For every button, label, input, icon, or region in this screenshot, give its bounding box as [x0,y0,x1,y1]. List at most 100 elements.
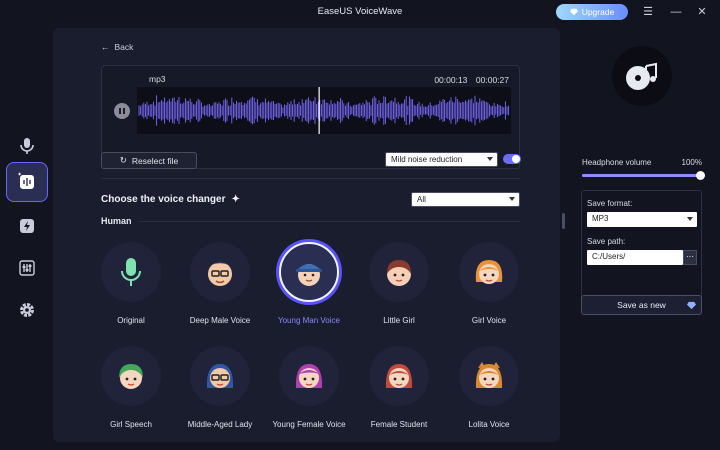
sidebar-item-effects[interactable] [6,208,48,244]
voice-label: Middle-Aged Lady [187,420,253,429]
voice-card-middle-aged-lady[interactable]: Middle-Aged Lady [175,346,265,429]
voice-card-young-man[interactable]: Young Man Voice [264,242,354,325]
chevron-down-icon [687,217,693,221]
noise-reduction-value: Mild noise reduction [391,155,463,164]
young-female-avatar-icon [295,364,323,388]
sidebar-item-settings[interactable] [6,292,48,328]
right-panel: Headphone volume 100% Save format: MP3 S… [570,24,720,450]
voice-card-girl-speech[interactable]: Girl Speech [86,346,176,429]
voice-avatar [101,242,161,302]
female-student-avatar-icon [385,364,413,388]
headphone-volume-label: Headphone volume [582,158,652,167]
voice-avatar [459,346,519,406]
girl-green-hair-avatar-icon [119,364,143,389]
diamond-icon [569,8,578,16]
arrow-left-icon: ← [101,42,110,52]
upgrade-button[interactable]: Upgrade [556,4,628,20]
headphone-volume-slider[interactable] [582,171,705,180]
voice-label: Lolita Voice [468,420,510,429]
young-man-cap-avatar-icon [296,264,322,286]
upgrade-label: Upgrade [581,7,615,17]
back-button[interactable]: ← Back [101,42,133,52]
reselect-label: Reselect file [131,155,179,166]
section-title: Choose the voice changer ✦ [101,194,240,205]
browse-button[interactable]: ··· [683,250,697,265]
title-bar: EaseUS VoiceWave Upgrade ☰ — ✕ [0,0,720,24]
save-as-new-button[interactable]: Save as new [581,295,702,315]
voice-label: Young Man Voice [278,316,340,325]
close-icon[interactable]: ✕ [694,4,710,20]
lady-glasses-avatar-icon [206,364,234,388]
sidebar [0,24,52,450]
volume-knob[interactable] [696,171,705,180]
waveform-graphic [138,87,510,134]
sparkle-icon: ✦ [231,194,240,205]
voice-filter-select[interactable]: All [411,192,520,207]
menu-icon[interactable]: ☰ [640,4,656,20]
voice-avatar [101,346,161,406]
save-format-select[interactable]: MP3 [587,212,697,227]
voice-card-little-girl[interactable]: Little Girl [354,242,444,325]
gear-icon [20,303,34,317]
chevron-down-icon [509,197,515,201]
save-format-label: Save format: [587,199,633,208]
voice-label: Original [117,316,145,325]
sliders-icon [19,260,35,276]
microphone-icon [20,138,34,154]
sidebar-item-voice-file[interactable] [6,162,48,202]
volume-fill [582,174,700,177]
voice-avatar [190,242,250,302]
voice-card-deep-male[interactable]: Deep Male Voice [175,242,265,325]
voice-card-lolita[interactable]: Lolita Voice [444,346,534,429]
voice-avatar [279,346,339,406]
voice-label: Little Girl [383,316,415,325]
noise-reduction-toggle[interactable] [503,154,521,164]
microphone-avatar-icon [121,258,141,286]
voice-avatar [190,346,250,406]
save-as-new-label: Save as new [617,300,666,310]
voice-card-original[interactable]: Original [86,242,176,325]
main-panel: ← Back mp3 00:00:13 00:00:27 ↻ Reselect … [53,28,560,442]
voice-avatar [279,242,339,302]
man-glasses-avatar-icon [208,261,232,286]
refresh-icon: ↻ [119,155,127,165]
diamond-icon [687,301,696,310]
voice-avatar [369,242,429,302]
pause-icon [119,108,121,114]
save-format-value: MP3 [592,214,609,223]
voice-label: Young Female Voice [272,420,346,429]
voice-filter-value: All [417,195,426,204]
divider [101,178,520,179]
little-girl-avatar-icon [387,260,411,286]
voice-card-girl[interactable]: Girl Voice [444,242,534,325]
voice-label: Girl Voice [471,316,507,325]
back-label: Back [114,42,134,52]
chevron-down-icon [487,157,493,161]
sidebar-item-mixer[interactable] [6,250,48,286]
file-name: mp3 [149,74,166,84]
group-label: Human [101,216,132,226]
save-path-label: Save path: [587,237,626,246]
save-path-input[interactable]: C:/Users/ [587,250,683,265]
minimize-icon[interactable]: — [668,4,684,20]
voice-card-young-female[interactable]: Young Female Voice [264,346,354,429]
pause-button[interactable] [114,103,130,119]
waveform[interactable] [137,87,511,134]
lightning-icon [20,219,34,233]
noise-reduction-select[interactable]: Mild noise reduction [385,152,498,167]
scrollbar-thumb[interactable] [562,213,565,229]
voice-label: Girl Speech [110,420,152,429]
voice-card-female-student[interactable]: Female Student [354,346,444,429]
voice-avatar [369,346,429,406]
music-disc-icon [612,46,672,106]
reselect-file-button[interactable]: ↻ Reselect file [101,152,197,169]
voice-label: Deep Male Voice [189,316,251,325]
lolita-avatar-icon [475,362,503,388]
section-title-text: Choose the voice changer [101,194,226,205]
voice-label: Female Student [370,420,428,429]
sidebar-item-microphone[interactable] [6,128,48,164]
girl-avatar-icon [475,260,503,284]
voice-avatar [459,242,519,302]
group-divider [139,221,520,222]
audio-file-icon [17,172,34,189]
